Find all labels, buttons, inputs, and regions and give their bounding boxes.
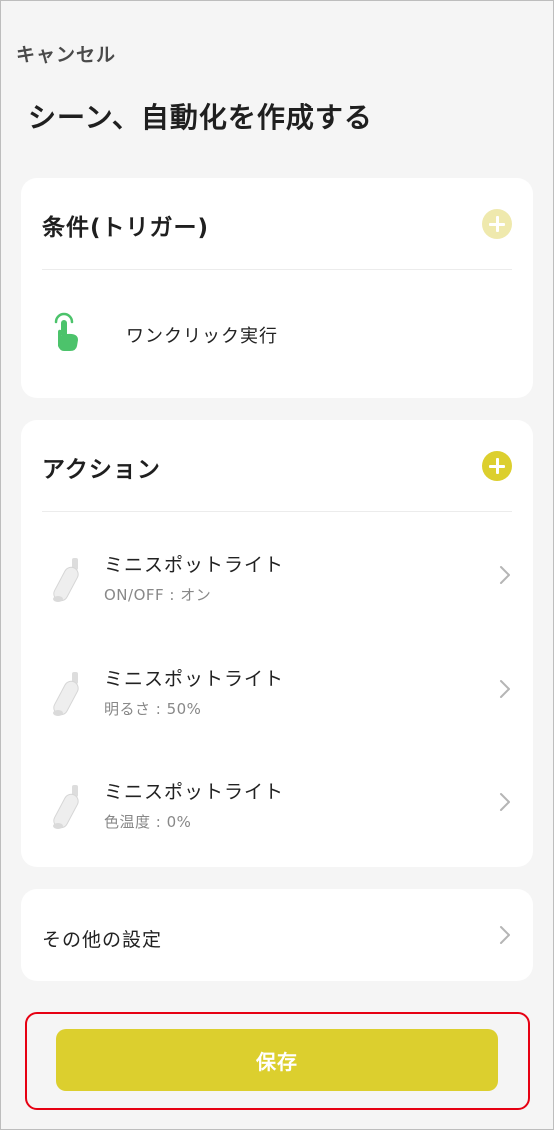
add-action-icon[interactable] <box>482 451 512 481</box>
other-settings-label: その他の設定 <box>42 929 163 951</box>
spotlight-icon <box>53 558 79 602</box>
action-item-1[interactable]: ミニスポットライト ON/OFF : オン <box>42 544 512 616</box>
action-item-detail: 明るさ : 50% <box>104 700 202 718</box>
save-button[interactable]: 保存 <box>56 1029 498 1091</box>
actions-header: アクション <box>42 420 512 512</box>
condition-item-label: ワンクリック実行 <box>126 326 278 347</box>
actions-title: アクション <box>42 457 161 483</box>
tap-hand-icon <box>54 312 78 351</box>
conditions-card: 条件(トリガー) ワンクリック実行 <box>21 178 533 398</box>
chevron-right-icon <box>500 926 510 944</box>
action-item-detail: ON/OFF : オン <box>104 586 212 604</box>
page-title: シーン、自動化を作成する <box>28 101 373 134</box>
add-condition-icon[interactable] <box>482 209 512 239</box>
conditions-header: 条件(トリガー) <box>42 178 512 270</box>
other-settings-row[interactable]: その他の設定 <box>21 889 533 981</box>
action-item-detail: 色温度 : 0% <box>104 813 192 831</box>
action-item-2[interactable]: ミニスポットライト 明るさ : 50% <box>42 658 512 730</box>
chevron-right-icon <box>500 793 510 811</box>
chevron-right-icon <box>500 680 510 698</box>
action-item-name: ミニスポットライト <box>104 781 285 803</box>
action-item-3[interactable]: ミニスポットライト 色温度 : 0% <box>42 771 512 843</box>
spotlight-icon <box>53 672 79 716</box>
actions-card: アクション ミニスポットライト ON/OFF : オン ミニスポットライト 明る… <box>21 420 533 867</box>
action-item-name: ミニスポットライト <box>104 554 285 576</box>
conditions-title: 条件(トリガー) <box>42 215 210 241</box>
cancel-button[interactable]: キャンセル <box>16 40 116 67</box>
chevron-right-icon <box>500 566 510 584</box>
action-item-name: ミニスポットライト <box>104 668 285 690</box>
spotlight-icon <box>53 785 79 829</box>
condition-item-one-click[interactable]: ワンクリック実行 <box>42 304 512 364</box>
